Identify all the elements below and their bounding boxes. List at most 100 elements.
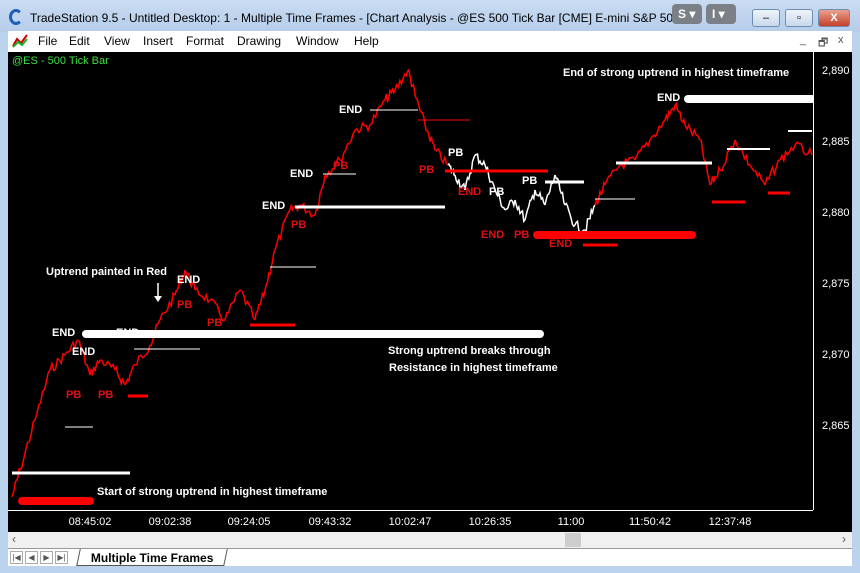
menu-help[interactable]: Help	[354, 34, 379, 48]
price-segment	[99, 359, 116, 371]
signal-label-end: END	[262, 200, 286, 212]
mdi-close-button[interactable]: x	[838, 34, 844, 46]
signal-label-pb: PB	[489, 186, 505, 198]
price-segment	[779, 144, 796, 164]
tab-last-button[interactable]: ▶|	[55, 551, 68, 564]
signal-label-end: END	[177, 274, 201, 286]
minimize-button[interactable]: –	[752, 9, 780, 27]
signal-label-pb: PB	[333, 160, 349, 172]
price-segment	[664, 104, 676, 123]
price-axis: 2,890 2,885 2,880 2,875 2,870 2,865	[813, 52, 852, 510]
price-segment	[719, 139, 736, 172]
close-button[interactable]: X	[818, 9, 850, 27]
price-segment	[474, 153, 486, 166]
scroll-thumb[interactable]	[565, 533, 581, 547]
signal-label-pb: PB	[66, 389, 82, 401]
signal-label-end: END	[72, 346, 96, 358]
price-segment	[224, 289, 241, 321]
menu-drawing[interactable]: Drawing	[237, 34, 281, 48]
price-segment	[434, 147, 449, 166]
price-segment	[194, 286, 211, 304]
time-axis: 08:45:02 09:02:38 09:24:05 09:43:32 10:02:47…	[8, 510, 813, 532]
signal-label-end: END	[549, 238, 573, 250]
price-tick: 2,870	[822, 349, 850, 361]
price-plot[interactable]	[8, 52, 813, 510]
chart-area[interactable]: @ES - 500 Tick Bar END END END PB PB END PB PB E…	[8, 52, 852, 532]
signal-label-end: END	[657, 92, 681, 104]
time-tick: 09:24:05	[227, 516, 271, 528]
menu-format[interactable]: Format	[186, 34, 224, 48]
time-tick: 12:37:48	[708, 516, 752, 528]
signal-label-pb: PB	[448, 147, 464, 159]
price-tick: 2,885	[822, 136, 850, 148]
price-segment	[544, 174, 556, 206]
annotation-text: Resistance in highest timeframe	[389, 362, 558, 374]
price-segment	[634, 139, 651, 161]
time-tick: 11:00	[557, 516, 585, 528]
s-label: S	[678, 7, 687, 21]
price-segment	[19, 419, 36, 471]
tab-first-button[interactable]: |◀	[10, 551, 23, 564]
tab-prev-button[interactable]: ◀	[25, 551, 38, 564]
menu-view[interactable]: View	[104, 34, 130, 48]
price-segment	[554, 174, 566, 206]
annotation-text: Start of strong uptrend in highest timef…	[97, 486, 328, 498]
i-button[interactable]: I ▾	[706, 4, 736, 24]
annotation-text: Uptrend painted in Red	[46, 266, 167, 278]
menu-edit[interactable]: Edit	[69, 34, 90, 48]
price-segment	[369, 99, 386, 126]
tab-bar: |◀ ◀ ▶ ▶| Multiple Time Frames	[8, 548, 852, 566]
mdi-minimize-button[interactable]: _	[800, 34, 806, 46]
price-segment	[684, 122, 701, 141]
price-segment	[604, 164, 621, 186]
price-segment	[524, 189, 536, 221]
tab-label: Multiple Time Frames	[90, 551, 214, 565]
price-segment	[749, 164, 766, 186]
price-segment	[114, 365, 126, 387]
menu-file[interactable]: File	[38, 34, 57, 48]
maximize-button[interactable]: ▫	[785, 9, 813, 27]
signal-label-end: END	[290, 168, 314, 180]
symbol-label: @ES - 500 Tick Bar	[12, 55, 109, 67]
price-segment	[384, 87, 396, 103]
scroll-right-button[interactable]: ›	[842, 532, 846, 546]
signal-label-end: END	[339, 104, 363, 116]
price-segment	[124, 364, 136, 386]
scroll-left-button[interactable]: ‹	[12, 532, 16, 546]
price-segment	[794, 141, 813, 156]
signal-label-end: END	[116, 327, 140, 339]
window-title: TradeStation 9.5 - Untitled Desktop: 1 -…	[30, 11, 702, 25]
price-tick: 2,880	[822, 207, 850, 219]
price-tick: 2,890	[822, 65, 850, 77]
price-segment	[649, 119, 666, 141]
price-segment	[424, 124, 436, 151]
price-segment	[34, 369, 51, 421]
tab-next-button[interactable]: ▶	[40, 551, 53, 564]
price-segment	[159, 291, 176, 321]
tab-multiple-time-frames[interactable]: Multiple Time Frames	[76, 549, 229, 566]
menu-insert[interactable]: Insert	[143, 34, 173, 48]
price-segment	[534, 189, 546, 206]
mdi-restore-button[interactable]: 🗗	[818, 34, 828, 53]
s-button[interactable]: S ▾	[672, 4, 702, 24]
horizontal-scrollbar[interactable]: ‹ ›	[8, 532, 852, 548]
annotation-text: End of strong uptrend in highest timefra…	[563, 67, 790, 79]
time-tick: 10:26:35	[468, 516, 512, 528]
i-label: I	[712, 7, 716, 21]
price-segment	[394, 69, 409, 91]
price-segment	[49, 352, 66, 372]
signal-label-end: END	[458, 186, 482, 198]
signal-label-pb: PB	[291, 219, 307, 231]
price-segment	[134, 344, 151, 366]
menu-window[interactable]: Window	[296, 34, 339, 48]
arrow-head	[154, 296, 162, 302]
signal-label-pb: PB	[177, 299, 193, 311]
price-segment	[594, 180, 606, 206]
price-segment	[274, 209, 291, 251]
price-segment	[254, 289, 266, 321]
time-tick: 09:02:38	[148, 516, 192, 528]
time-tick: 08:45:02	[68, 516, 112, 528]
signal-label-end: END	[481, 229, 505, 241]
price-tick: 2,875	[822, 278, 850, 290]
title-bar: TradeStation 9.5 - Untitled Desktop: 1 -…	[0, 0, 860, 32]
